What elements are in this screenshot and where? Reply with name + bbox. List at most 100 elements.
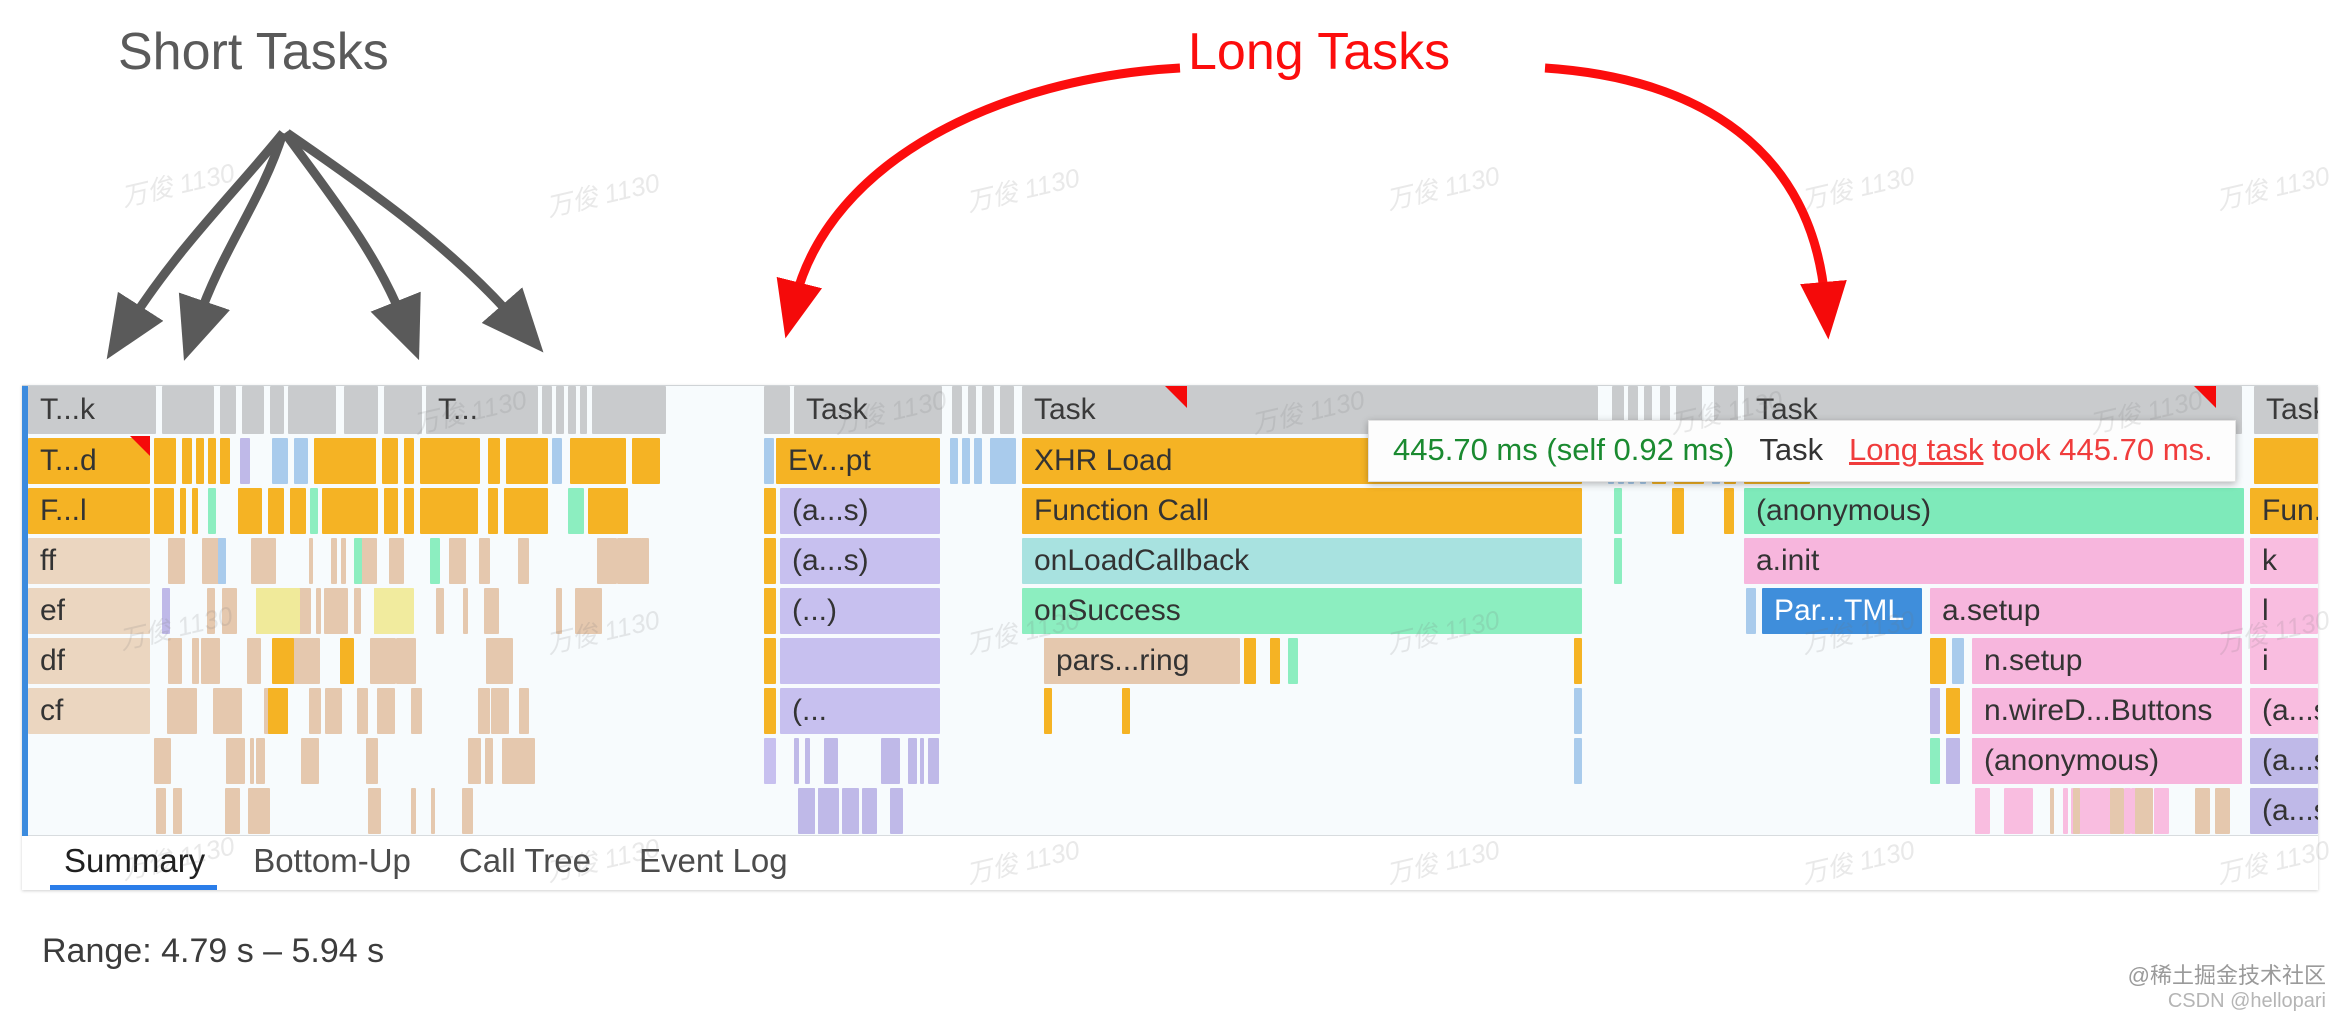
flame-bar[interactable] <box>368 788 381 834</box>
flame-bar[interactable] <box>486 638 501 684</box>
flame-bar[interactable] <box>764 638 776 684</box>
flame-bar[interactable] <box>1946 738 1960 784</box>
flame-bar[interactable] <box>570 438 626 484</box>
flame-bar[interactable] <box>467 788 473 834</box>
flame-bar[interactable] <box>552 438 562 484</box>
flame-bar[interactable] <box>294 438 308 484</box>
flame-bar[interactable] <box>357 688 368 734</box>
flame-bar[interactable] <box>354 538 362 584</box>
flame-bar-labeled[interactable]: (a...s) <box>780 488 940 534</box>
flame-bar[interactable] <box>950 438 958 484</box>
flame-bar[interactable] <box>290 488 306 534</box>
flame-bar[interactable] <box>256 588 300 634</box>
flame-bar[interactable] <box>805 738 810 784</box>
flame-bar-labeled[interactable]: T... <box>426 386 538 434</box>
flame-bar[interactable] <box>220 438 230 484</box>
flame-bar[interactable] <box>632 438 660 484</box>
flame-bar[interactable] <box>251 538 266 584</box>
flame-bar[interactable] <box>331 538 337 584</box>
flame-bar[interactable] <box>1746 588 1756 634</box>
flame-bar[interactable] <box>354 588 361 634</box>
flame-bar[interactable] <box>180 488 186 534</box>
flame-bar[interactable] <box>499 638 513 684</box>
flame-bar[interactable] <box>568 386 576 434</box>
flame-bar[interactable] <box>268 688 288 734</box>
flame-bar[interactable] <box>411 788 416 834</box>
flame-bar[interactable] <box>431 788 435 834</box>
flame-bar[interactable] <box>404 488 414 534</box>
flame-bar[interactable] <box>182 438 192 484</box>
flame-bar[interactable] <box>310 488 318 534</box>
flame-bar[interactable] <box>268 488 284 534</box>
flame-bar[interactable] <box>226 738 245 784</box>
flame-bar-labeled[interactable]: a.setup <box>1930 588 2242 634</box>
flame-bar[interactable] <box>491 688 509 734</box>
flame-bar[interactable] <box>156 788 166 834</box>
flame-bar[interactable] <box>256 738 265 784</box>
flame-bar[interactable] <box>502 738 520 784</box>
flame-bar[interactable] <box>209 638 220 684</box>
flame-bar[interactable] <box>192 638 199 684</box>
flame-bar[interactable] <box>270 386 284 434</box>
flame-bar-labeled[interactable]: cf <box>28 688 150 734</box>
flame-bar[interactable] <box>1930 638 1946 684</box>
flame-bar[interactable] <box>764 386 790 434</box>
flame-bar[interactable] <box>192 488 198 534</box>
flame-bar[interactable] <box>588 488 628 534</box>
flame-bar[interactable] <box>309 688 321 734</box>
flame-bar[interactable] <box>1672 488 1684 534</box>
flame-bar[interactable] <box>382 438 398 484</box>
flame-bar[interactable] <box>316 588 321 634</box>
flame-bar[interactable] <box>764 538 776 584</box>
flame-bar[interactable] <box>592 386 666 434</box>
flame-bar[interactable] <box>463 588 468 634</box>
flame-bar[interactable] <box>1614 538 1622 584</box>
flame-bar[interactable] <box>506 438 548 484</box>
flame-bar[interactable] <box>1270 638 1280 684</box>
flame-bar[interactable] <box>2195 788 2210 834</box>
flame-bar[interactable] <box>196 438 204 484</box>
flame-bar[interactable] <box>990 438 1016 484</box>
flame-bar[interactable] <box>242 386 264 434</box>
tooltip-warning-link[interactable]: Long task <box>1849 432 1983 467</box>
flame-bar[interactable] <box>952 386 962 434</box>
flame-bar[interactable] <box>2073 788 2080 834</box>
flame-bar[interactable] <box>366 738 378 784</box>
flame-bar[interactable] <box>488 488 498 534</box>
flame-bar[interactable] <box>247 638 253 684</box>
flame-bar[interactable] <box>449 538 466 584</box>
flame-bar[interactable] <box>238 488 262 534</box>
flame-bar-labeled[interactable]: ff <box>28 538 150 584</box>
flame-bar[interactable] <box>225 788 240 834</box>
flame-bar[interactable] <box>370 638 389 684</box>
flame-bar[interactable] <box>588 588 595 634</box>
flame-bar[interactable] <box>556 588 562 634</box>
flame-bar[interactable] <box>881 738 900 784</box>
flame-bar-labeled[interactable]: i <box>2250 638 2318 684</box>
flame-bar-labeled[interactable]: (... <box>780 688 940 734</box>
flame-bar[interactable] <box>344 386 378 434</box>
flame-bar[interactable] <box>168 538 185 584</box>
flame-bar[interactable] <box>826 788 834 834</box>
flame-bar[interactable] <box>764 488 776 534</box>
flame-bar-labeled[interactable]: (a...s) <box>2250 738 2318 784</box>
flame-bar[interactable] <box>484 588 499 634</box>
flame-bar-labeled[interactable]: ef <box>28 588 150 634</box>
flame-bar[interactable] <box>2081 788 2091 834</box>
flame-bar[interactable] <box>1930 738 1940 784</box>
flame-bar[interactable] <box>974 438 982 484</box>
flame-bar[interactable] <box>220 386 236 434</box>
flame-bar[interactable] <box>2050 788 2054 834</box>
flame-bar-labeled[interactable]: (...) <box>780 588 940 634</box>
flame-bar[interactable] <box>384 386 422 434</box>
flame-bar[interactable] <box>920 738 924 784</box>
flame-bar[interactable] <box>377 688 395 734</box>
flame-bar[interactable] <box>982 386 994 434</box>
flame-bar[interactable] <box>301 738 319 784</box>
flame-bar[interactable] <box>167 688 185 734</box>
flame-bar-labeled[interactable]: (a...s) <box>780 538 940 584</box>
flame-bar[interactable] <box>2124 788 2131 834</box>
flame-bar[interactable] <box>2112 788 2119 834</box>
flame-bar-labeled[interactable]: Fun...ll <box>2250 488 2318 534</box>
flame-bar[interactable] <box>488 438 500 484</box>
